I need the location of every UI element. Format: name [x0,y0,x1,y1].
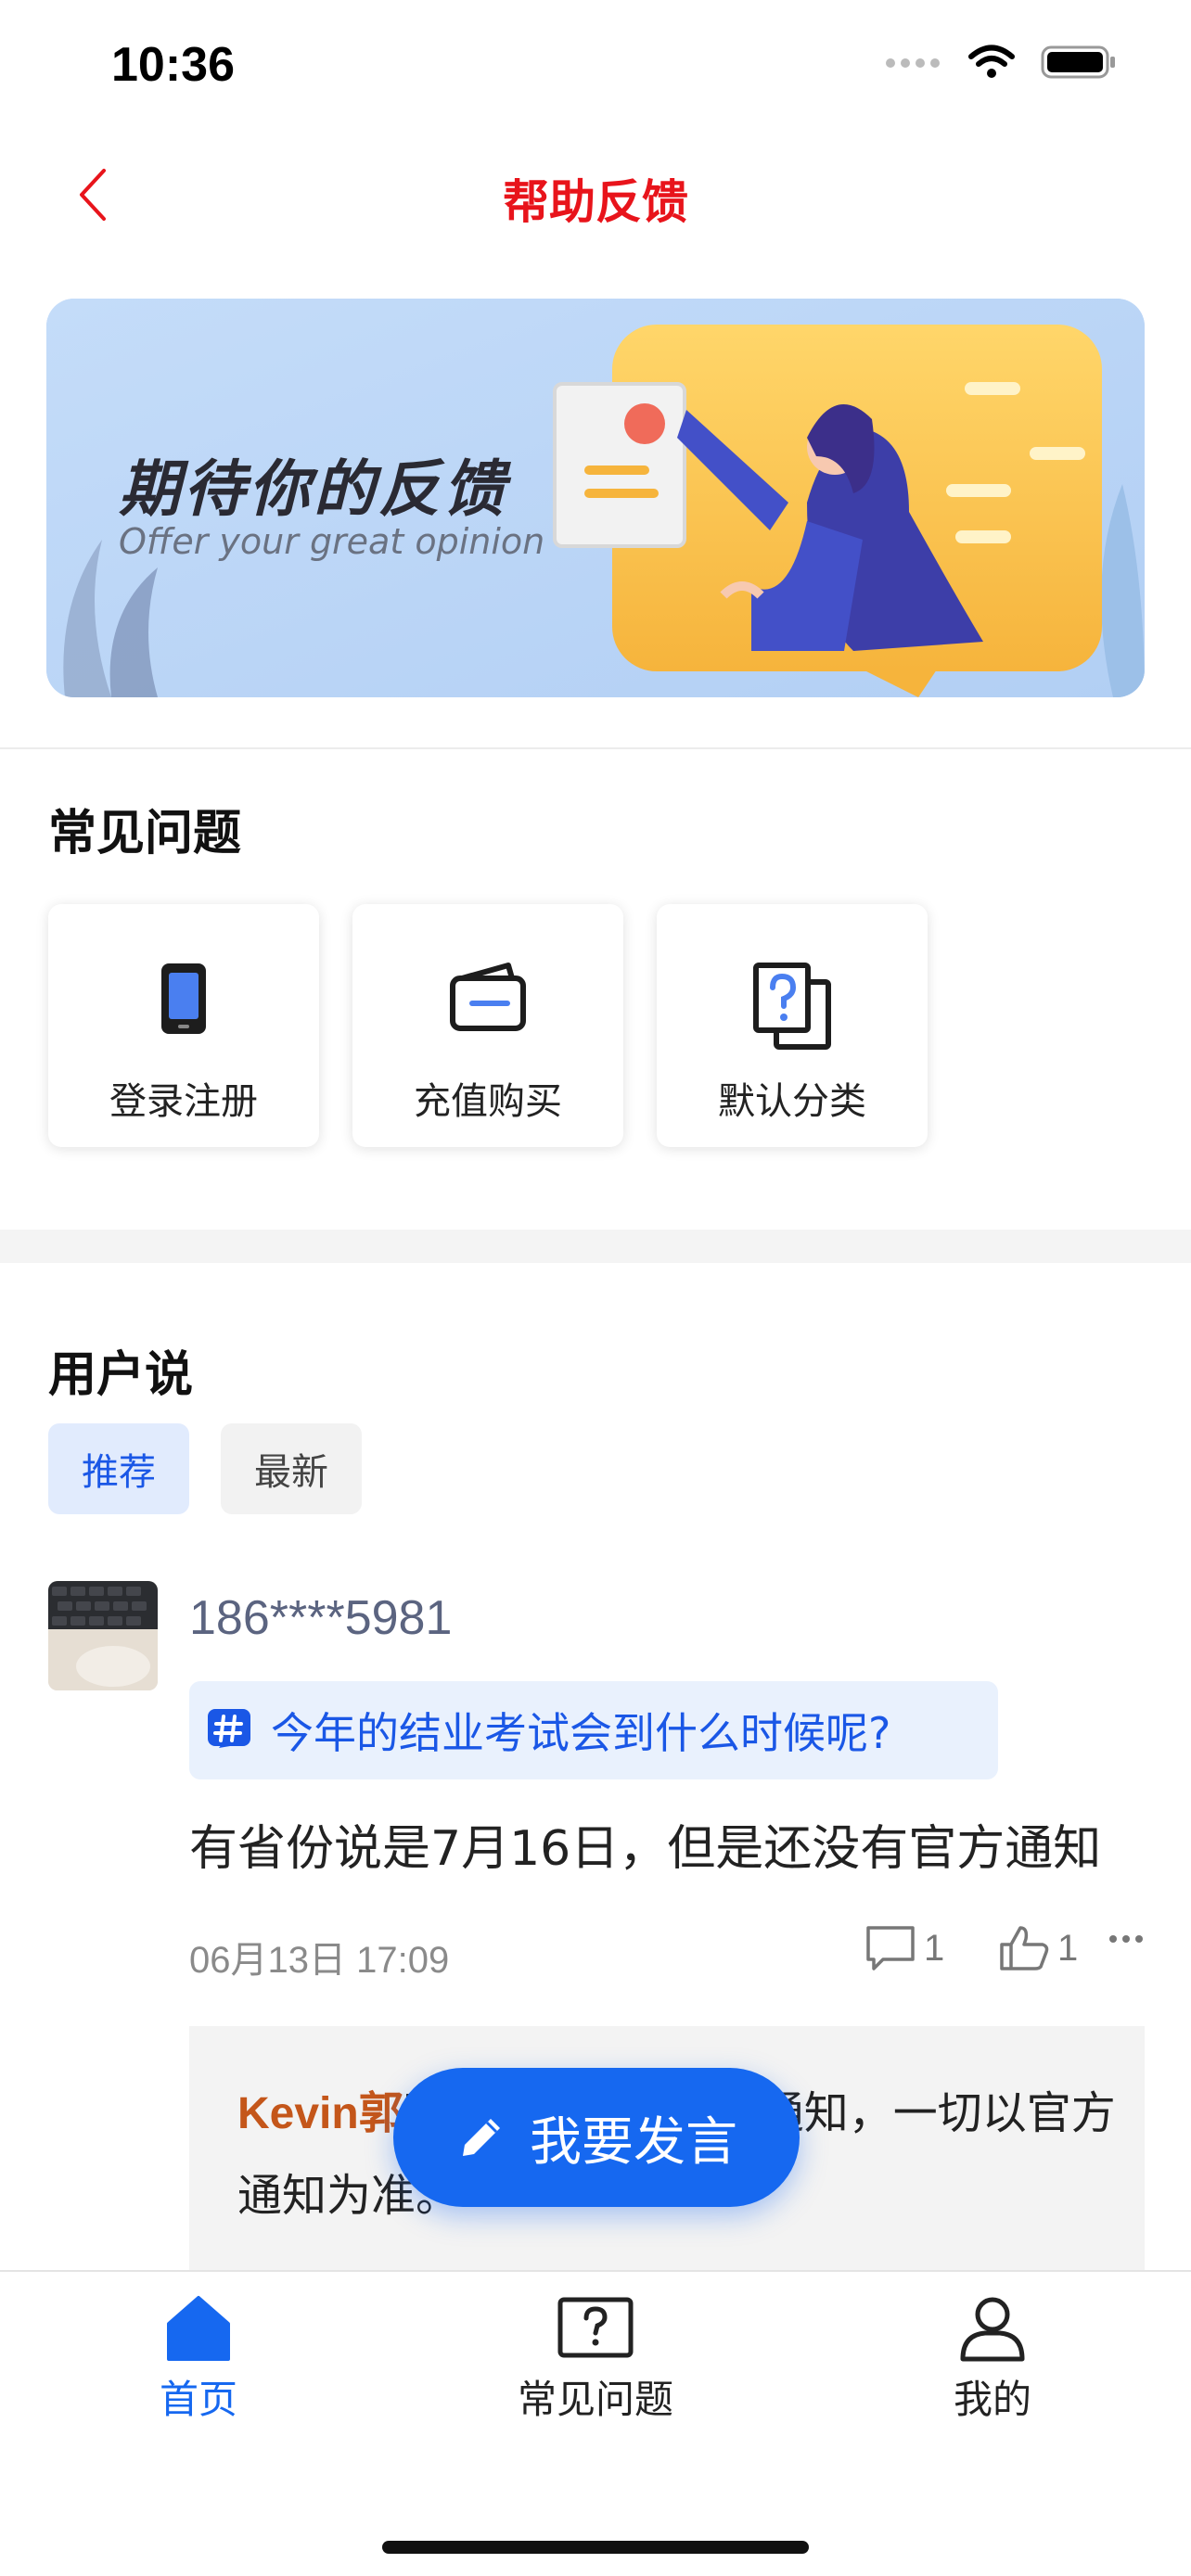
like-button[interactable]: 1 [998,1924,1078,1972]
faq-section-title: 常见问题 [48,806,242,861]
comment-icon [866,1926,915,1970]
tab-profile[interactable]: 我的 [872,2292,1113,2425]
divider [0,747,1191,749]
bottom-tab-bar: 首页 常见问题 我的 [0,2270,1191,2576]
home-icon [167,2296,230,2361]
faq-card-label: 充值购买 [414,1080,562,1123]
comment-count: 1 [924,1927,945,1969]
more-button[interactable] [1108,1933,1145,1945]
post-comment-button[interactable]: 我要发言 [393,2068,800,2207]
faq-card-default[interactable]: 默认分类 [657,904,928,1147]
faq-card-recharge[interactable]: 充值购买 [352,904,623,1147]
post-username[interactable]: 186****5981 [189,1590,452,1646]
hashtag-icon [208,1709,250,1748]
section-separator [0,1230,1191,1263]
post-topic-text: 今年的结业考试会到什么时候呢? [271,1708,891,1758]
faq-card-label: 默认分类 [718,1080,866,1123]
status-icons [885,45,1117,83]
faq-card-label: 登录注册 [109,1080,258,1123]
avatar[interactable] [48,1581,158,1690]
home-indicator[interactable] [382,2541,809,2554]
nav-bar: 帮助反馈 [0,130,1191,260]
page: { "status_bar": { "time": "10:36" }, "na… [0,0,1191,2576]
wallet-icon [352,962,623,1045]
battery-icon [1041,45,1117,83]
page-title: 帮助反馈 [503,175,688,229]
status-time: 10:36 [111,38,235,92]
tab-profile-label: 我的 [953,2377,1031,2422]
comment-button[interactable]: 1 [864,1924,944,1972]
feedback-banner[interactable]: 期待你的反馈 Offer your great opinion [46,299,1145,697]
post-meta: 06月13日 17:09 1 1 [189,1924,1145,1981]
tab-latest[interactable]: 最新 [221,1423,362,1514]
pencil-icon [463,2119,500,2156]
users-section-title: 用户说 [48,1347,194,1403]
user-icon [960,2297,1025,2362]
phone-icon [48,962,319,1045]
tab-home[interactable]: 首页 [78,2292,319,2425]
users-tabs: 推荐 最新 [48,1423,362,1514]
post-time: 06月13日 17:09 [189,1940,450,1981]
question-doc-icon [657,962,928,1050]
post-body: 有省份说是7月16日，但是还没有官方通知 [189,1821,1102,1877]
tab-faq-label: 常见问题 [517,2377,673,2422]
banner-title: 期待你的反馈 [119,453,508,525]
tab-recommended[interactable]: 推荐 [48,1423,189,1514]
faq-cards: 登录注册 充值购买 默认分类 [48,904,928,1147]
wifi-icon [968,45,1015,83]
status-bar: 10:36 [0,0,1191,130]
tab-faq[interactable]: 常见问题 [475,2292,716,2425]
like-count: 1 [1057,1927,1079,1969]
banner-subtitle: Offer your great opinion [119,521,545,562]
tab-home-label: 首页 [159,2377,237,2422]
reply-author[interactable]: Kevin郭 [237,2089,403,2138]
question-box-icon [557,2297,634,2358]
thumbs-up-icon [1000,1926,1049,1970]
post-topic[interactable]: 今年的结业考试会到什么时候呢? [189,1681,998,1779]
faq-card-login[interactable]: 登录注册 [48,904,319,1147]
signal-icon [885,56,942,73]
more-icon [1109,1935,1143,1943]
post-comment-label: 我要发言 [530,2111,737,2173]
